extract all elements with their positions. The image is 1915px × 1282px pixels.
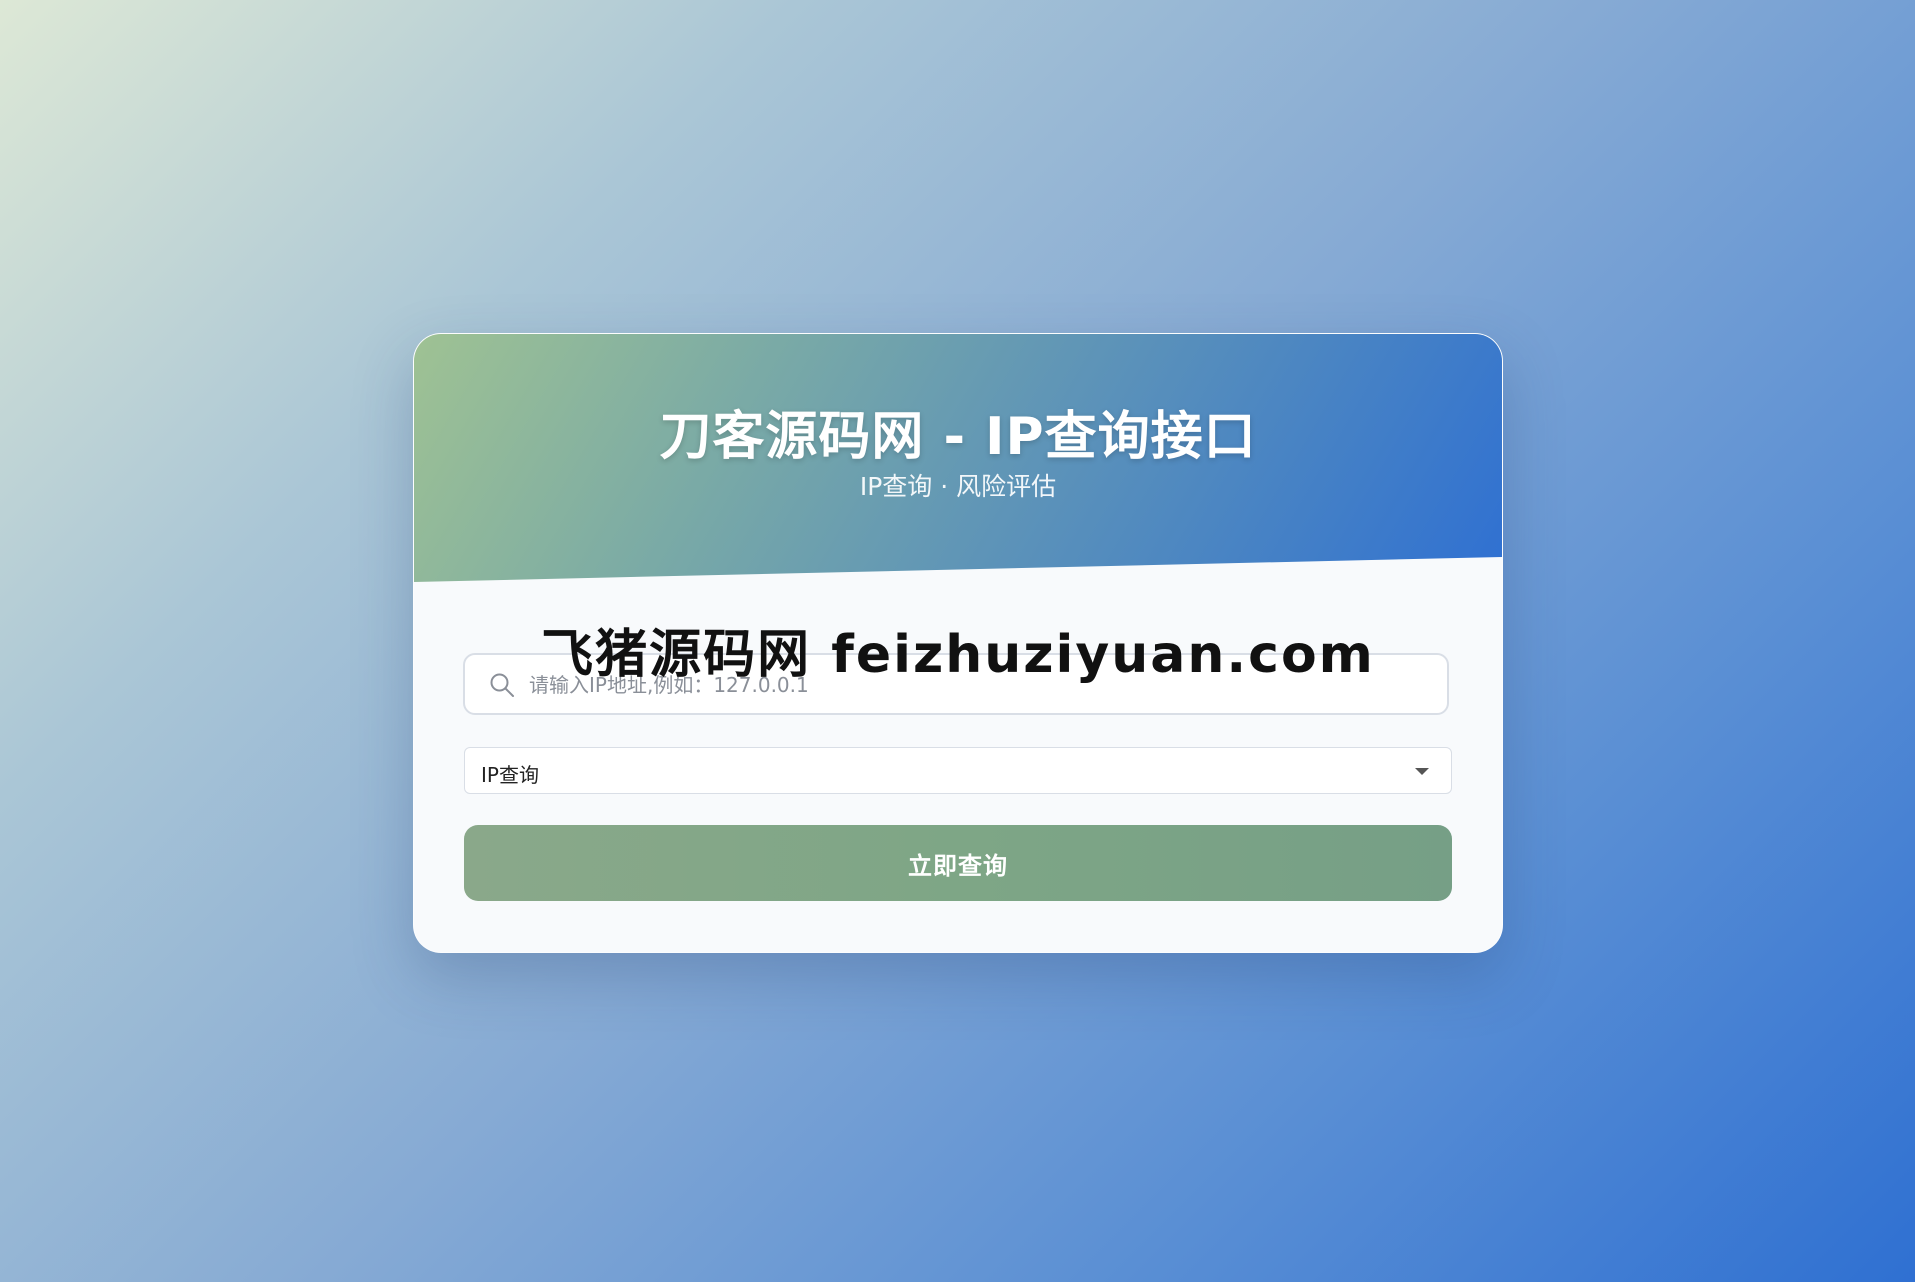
query-type-select[interactable]: IP查询 [464,747,1452,794]
page-subtitle: IP查询 · 风险评估 [859,472,1057,501]
chevron-down-icon [1415,768,1429,775]
search-icon [489,672,515,698]
query-type-value: IP查询 [481,763,539,787]
submit-button[interactable]: 立即查询 [464,825,1452,901]
ip-input[interactable] [527,655,1431,715]
search-box[interactable] [463,653,1449,715]
query-card: 刀客源码网 - IP查询接口 IP查询 · 风险评估 飞猪源码网 feizhuz… [413,333,1503,953]
page-title: 刀客源码网 - IP查询接口 [659,407,1257,467]
